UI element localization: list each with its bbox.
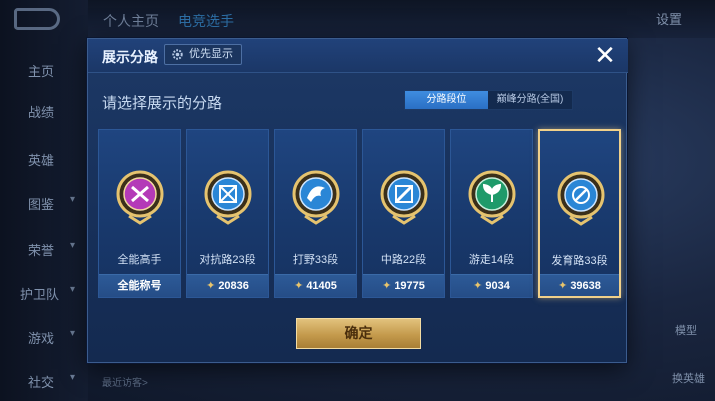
lane-score: ✦ 19775	[363, 274, 444, 297]
sidebar-item-label: 荣誉	[28, 243, 55, 258]
rank-wing-icon: ✦	[382, 280, 392, 292]
jungle-medal-icon	[292, 170, 340, 225]
chevron-down-icon: ▾	[70, 328, 76, 339]
lane-score: ✦ 20836	[187, 274, 268, 297]
priority-display-button[interactable]: 优先显示	[164, 44, 242, 65]
close-button[interactable]: ✕	[593, 42, 617, 68]
settings-link[interactable]: 设置	[656, 9, 682, 28]
lane-score-value: 9034	[485, 280, 510, 292]
lane-card-jungle[interactable]: 打野33段 ✦ 41405	[274, 129, 357, 298]
lane-score: ✦ 41405	[275, 274, 356, 297]
sidebar-item-label: 护卫队	[20, 287, 60, 302]
lane-score-value: 39638	[570, 280, 601, 292]
rank-wing-icon: ✦	[558, 280, 568, 292]
lane-card-roam[interactable]: 游走14段 ✦ 9034	[450, 129, 533, 298]
sidebar-item-label: 图鉴	[28, 197, 55, 212]
tab-peak-lane-national[interactable]: 巅峰分路(全国)	[488, 91, 572, 109]
lane-name: 全能高手	[117, 254, 162, 266]
lane-name: 中路22段	[380, 254, 427, 266]
lane-name: 游走14段	[468, 254, 515, 266]
chevron-down-icon: ▾	[70, 372, 76, 383]
lane-score-value: 20836	[218, 280, 249, 292]
rank-wing-icon: ✦	[294, 280, 304, 292]
game-logo-icon	[14, 8, 60, 30]
lane-score-value: 全能称号	[117, 280, 162, 292]
lane-score: ✦ 9034	[451, 274, 532, 297]
lane-score: ✦ 39638	[540, 274, 619, 296]
lane-name: 对抗路23段	[199, 254, 256, 266]
sidebar-item-label: 主页	[28, 64, 55, 79]
clash-lane-medal-icon	[204, 170, 252, 225]
lane-score: 全能称号	[99, 274, 180, 297]
lane-card-mid[interactable]: 中路22段 ✦ 19775	[362, 129, 445, 298]
dialog-header: 展示分路 优先显示 ✕	[88, 39, 628, 73]
dialog-prompt: 请选择展示的分路	[102, 95, 223, 112]
sidebar-item-label: 英雄	[28, 153, 55, 168]
model-button[interactable]: 模型	[675, 322, 697, 338]
rank-wing-icon: ✦	[473, 280, 483, 292]
farm-lane-medal-icon	[557, 171, 605, 226]
rank-wing-icon: ✦	[206, 280, 216, 292]
mid-lane-medal-icon	[380, 170, 428, 225]
sidebar-item-label: 游戏	[28, 331, 55, 346]
gear-icon	[172, 49, 183, 60]
priority-display-label: 优先显示	[189, 48, 233, 60]
chevron-down-icon: ▾	[70, 284, 76, 295]
sidebar-item-label: 战绩	[28, 105, 55, 120]
confirm-button[interactable]: 确定	[296, 318, 421, 349]
tab-profile[interactable]: 个人主页	[103, 11, 159, 31]
sidebar-item-label: 社交	[28, 375, 55, 390]
chevron-down-icon: ▾	[70, 194, 76, 205]
roam-medal-icon	[468, 170, 516, 225]
tab-lane-rank[interactable]: 分路段位	[405, 91, 488, 109]
lane-card-farm[interactable]: 发育路33段 ✦ 39638	[538, 129, 621, 298]
tab-esports[interactable]: 电竞选手	[178, 11, 234, 31]
all-round-medal-icon	[116, 170, 164, 225]
lane-card-clash[interactable]: 对抗路23段 ✦ 20836	[186, 129, 269, 298]
lane-name: 发育路33段	[551, 255, 608, 267]
lane-tab-group: 分路段位 巅峰分路(全国)	[404, 90, 573, 110]
lane-display-dialog: 展示分路 优先显示 ✕ 请选择展示的分路 分路段位 巅峰分路(全国) 全能高手 …	[87, 38, 628, 363]
lane-card-all-round[interactable]: 全能高手 全能称号	[98, 129, 181, 298]
dialog-title: 展示分路	[102, 49, 158, 65]
lane-score-value: 41405	[306, 280, 337, 292]
chevron-down-icon: ▾	[70, 240, 76, 251]
recent-visitors-link[interactable]: 最近访客>	[102, 374, 148, 389]
switch-hero-button[interactable]: 换英雄	[672, 370, 705, 386]
lane-name: 打野33段	[292, 254, 339, 266]
lane-score-value: 19775	[394, 280, 425, 292]
